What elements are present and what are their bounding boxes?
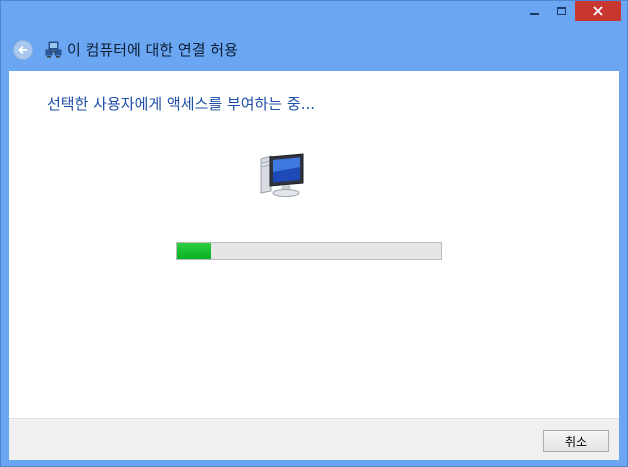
window-controls <box>521 1 621 23</box>
maximize-button[interactable] <box>548 1 575 21</box>
dialog-footer: 취소 <box>9 418 619 460</box>
dialog-title: 이 컴퓨터에 대한 연결 허용 <box>67 41 238 59</box>
title-bar[interactable] <box>1 1 627 29</box>
progress-bar <box>176 242 442 260</box>
progress-fill <box>177 243 212 259</box>
close-button[interactable] <box>575 1 621 21</box>
status-message: 선택한 사용자에게 액세스를 부여하는 중... <box>47 95 315 113</box>
minimize-button[interactable] <box>521 1 548 21</box>
cancel-button[interactable]: 취소 <box>543 430 609 452</box>
close-icon <box>593 6 603 16</box>
minimize-icon <box>530 13 539 15</box>
dialog-window: 이 컴퓨터에 대한 연결 허용 선택한 사용자에게 액세스를 부여하는 중...… <box>0 0 628 467</box>
maximize-icon <box>557 7 566 15</box>
computer-monitor-icon <box>260 153 304 197</box>
back-button[interactable] <box>13 40 33 60</box>
dialog-header: 이 컴퓨터에 대한 연결 허용 <box>1 29 627 69</box>
content-panel: 선택한 사용자에게 액세스를 부여하는 중... <box>9 71 619 418</box>
back-arrow-icon <box>18 45 27 55</box>
network-computers-icon <box>45 41 62 58</box>
